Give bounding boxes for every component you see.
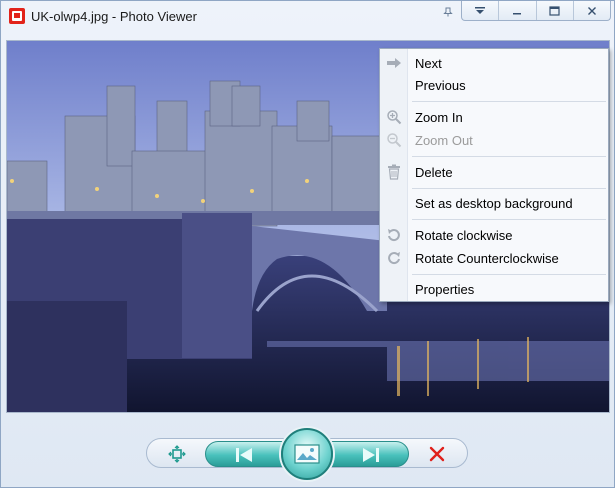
previous-icon [236, 448, 252, 462]
next-image-button[interactable] [361, 447, 381, 463]
next-icon [363, 448, 379, 462]
maximize-icon [549, 5, 560, 16]
menu-item-properties[interactable]: Properties [380, 278, 608, 300]
pin-icon[interactable] [441, 7, 455, 21]
menu-item-zoom-out[interactable]: Zoom Out [380, 129, 608, 151]
close-icon [587, 6, 596, 15]
menu-item-previous[interactable]: Previous [380, 74, 608, 96]
photo-viewer-window: UK-olwp4.jpg - Photo Viewer Next Previou… [0, 0, 615, 488]
minimize-button[interactable] [498, 1, 535, 20]
zoom-out-icon [386, 132, 402, 148]
menu-separator [412, 274, 606, 275]
menu-item-rotate-clockwise[interactable]: Rotate clockwise [380, 224, 608, 246]
fit-to-window-icon [168, 445, 186, 463]
window-controls [461, 1, 611, 21]
app-logo-icon [9, 8, 25, 24]
maximize-button[interactable] [535, 1, 573, 20]
context-menu: Next Previous Zoom In Zoom Out Delete Se… [379, 48, 609, 302]
slideshow-icon [294, 444, 320, 464]
minimize-icon [513, 12, 522, 14]
menu-dropdown-button[interactable] [462, 1, 498, 20]
delete-image-button[interactable] [427, 444, 447, 464]
previous-image-button[interactable] [234, 447, 254, 463]
zoom-in-icon [386, 109, 402, 125]
rotate-cw-icon [386, 227, 402, 243]
window-title: UK-olwp4.jpg - Photo Viewer [31, 9, 197, 24]
menu-separator [412, 219, 606, 220]
rotate-ccw-icon [386, 250, 402, 266]
arrow-right-icon [386, 55, 402, 71]
menu-item-rotate-counterclockwise[interactable]: Rotate Counterclockwise [380, 247, 608, 269]
title-bar: UK-olwp4.jpg - Photo Viewer [1, 1, 614, 31]
menu-item-next[interactable]: Next [380, 52, 608, 74]
menu-item-delete[interactable]: Delete [380, 161, 608, 183]
menu-separator [412, 188, 606, 189]
fit-to-window-button[interactable] [166, 444, 188, 464]
trash-icon [386, 164, 402, 180]
slideshow-button[interactable] [281, 428, 333, 480]
menu-separator [412, 101, 606, 102]
close-window-button[interactable] [572, 1, 610, 20]
menu-separator [412, 156, 606, 157]
delete-x-icon [429, 446, 445, 462]
menu-item-zoom-in[interactable]: Zoom In [380, 106, 608, 128]
dropdown-icon [475, 6, 486, 14]
menu-item-set-desktop-background[interactable]: Set as desktop background [380, 192, 608, 214]
